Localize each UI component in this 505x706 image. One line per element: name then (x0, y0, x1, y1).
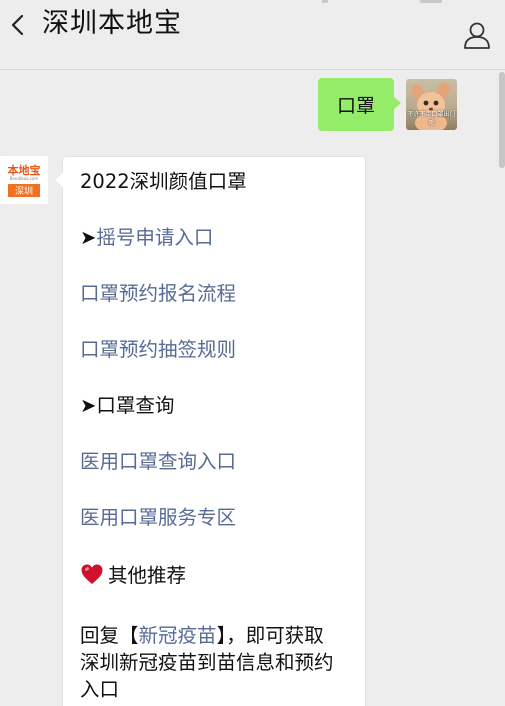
chat-title: 深圳本地宝 (42, 8, 182, 39)
chat-header: 深圳本地宝 (0, 0, 505, 70)
person-icon (464, 22, 490, 49)
reply-suffix: 】，即可获取 (216, 624, 324, 647)
link-reserve-process[interactable]: 口罩预约报名流程 (80, 281, 236, 307)
reply-prefix: 回复【 (80, 624, 139, 647)
reply-line-2: 深圳新冠疫苗到苗信息和预约 (80, 651, 334, 674)
reply-line-1: 回复【新冠疫苗】，即可获取 (80, 623, 324, 649)
outgoing-message-text: 口罩 (336, 95, 375, 117)
link-lottery-rules[interactable]: 口罩预约抽签规则 (80, 337, 236, 363)
section-apply: ➤摇号申请入口 (80, 225, 213, 251)
avatar-caption: 不许不带口罩出门哦 (407, 111, 456, 127)
reply-line-3: 入口 (80, 678, 120, 701)
logo-badge: 深圳 (8, 184, 40, 197)
heart-icon (81, 564, 103, 584)
user-avatar[interactable]: 不许不带口罩出门哦 (406, 79, 457, 130)
back-button[interactable] (4, 8, 32, 42)
incoming-message-bubble: 2022深圳颜值口罩 ➤摇号申请入口 口罩预约报名流程 口罩预约抽签规则 ➤口罩… (55, 156, 366, 706)
recommend-label: 其他推荐 (108, 564, 187, 587)
message-title: 2022深圳颜值口罩 (80, 170, 247, 193)
keyword-link[interactable]: 新冠疫苗 (139, 624, 217, 647)
section-query-label: 口罩查询 (96, 394, 175, 417)
outgoing-message-bubble[interactable]: 口罩 (318, 78, 401, 131)
section-query: ➤口罩查询 (80, 393, 174, 419)
recommend-heading: 其他推荐 (80, 563, 186, 589)
logo-url: Bendibao.com (9, 176, 39, 181)
header-edge-mark (420, 0, 442, 3)
chevron-left-icon (11, 14, 24, 36)
account-avatar[interactable]: 本地宝 Bendibao.com 深圳 (0, 156, 48, 204)
link-mask-service[interactable]: 医用口罩服务专区 (80, 505, 236, 531)
link-lottery-apply[interactable]: 摇号申请入口 (96, 226, 213, 249)
chat-info-button[interactable] (460, 18, 494, 52)
header-edge-mark (322, 0, 328, 3)
arrow-icon: ➤ (80, 226, 97, 249)
scrollbar[interactable] (499, 72, 505, 168)
chat-screen: 深圳本地宝 口罩 不许不带口罩出门哦 本地宝 Bendibao.com 深圳 2… (0, 0, 505, 706)
arrow-icon: ➤ (80, 394, 97, 417)
link-mask-query[interactable]: 医用口罩查询入口 (80, 449, 236, 475)
